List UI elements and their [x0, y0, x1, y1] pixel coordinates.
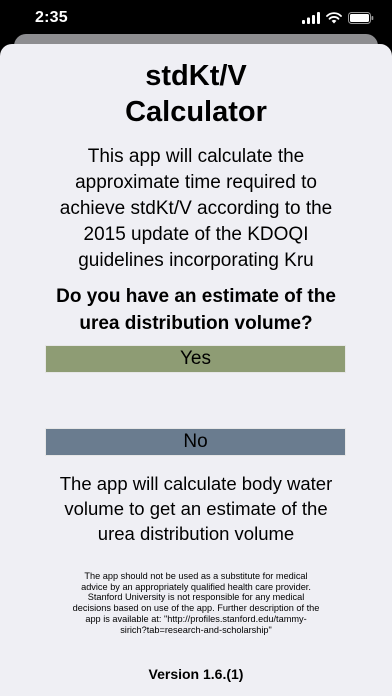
page-title: stdKt/V Calculator [0, 58, 392, 130]
explanation-line: volume to get an estimate of the [64, 498, 328, 519]
question-text: Do you have an estimate of the urea dist… [8, 283, 384, 337]
disclaimer-line: app is available at: "http://profiles.st… [85, 613, 307, 624]
explanation-line: The app will calculate body water [59, 473, 333, 494]
disclaimer-text: The app should not be used as a substitu… [50, 571, 342, 635]
no-button[interactable]: No [45, 428, 346, 456]
intro-line: guidelines incorporating Kru [78, 250, 314, 271]
intro-text: This app will calculate the approximate … [10, 144, 382, 274]
intro-line: 2015 update of the KDOQI [83, 224, 309, 245]
disclaimer-line: sirich?tab=research-and-scholarship" [120, 624, 272, 635]
version-label: Version 1.6.(1) [148, 666, 244, 682]
status-icons [302, 11, 374, 29]
disclaimer-line: decisions based on use of the app. Furth… [72, 603, 320, 614]
disclaimer-line: advice by an appropriately qualified hea… [81, 581, 311, 592]
yes-button[interactable]: Yes [45, 345, 346, 373]
disclaimer-line: The app should not be used as a substitu… [84, 571, 308, 581]
title-line: stdKt/V [145, 60, 247, 92]
explanation-text: The app will calculate body water volume… [10, 471, 382, 546]
intro-line: approximate time required to [75, 172, 317, 193]
question-line: urea distribution volume? [79, 313, 313, 334]
question-line: Do you have an estimate of the [56, 286, 336, 307]
signal-icon [302, 11, 320, 29]
intro-line: achieve stdKt/V according to the [59, 198, 333, 219]
intro-line: This app will calculate the [87, 146, 305, 167]
battery-icon [348, 11, 374, 29]
status-time: 2:35 [35, 9, 68, 26]
disclaimer-line: Stanford University is not responsible f… [87, 592, 305, 603]
explanation-line: urea distribution volume [97, 523, 295, 544]
wifi-icon [326, 11, 342, 29]
title-line: Calculator [125, 96, 267, 128]
